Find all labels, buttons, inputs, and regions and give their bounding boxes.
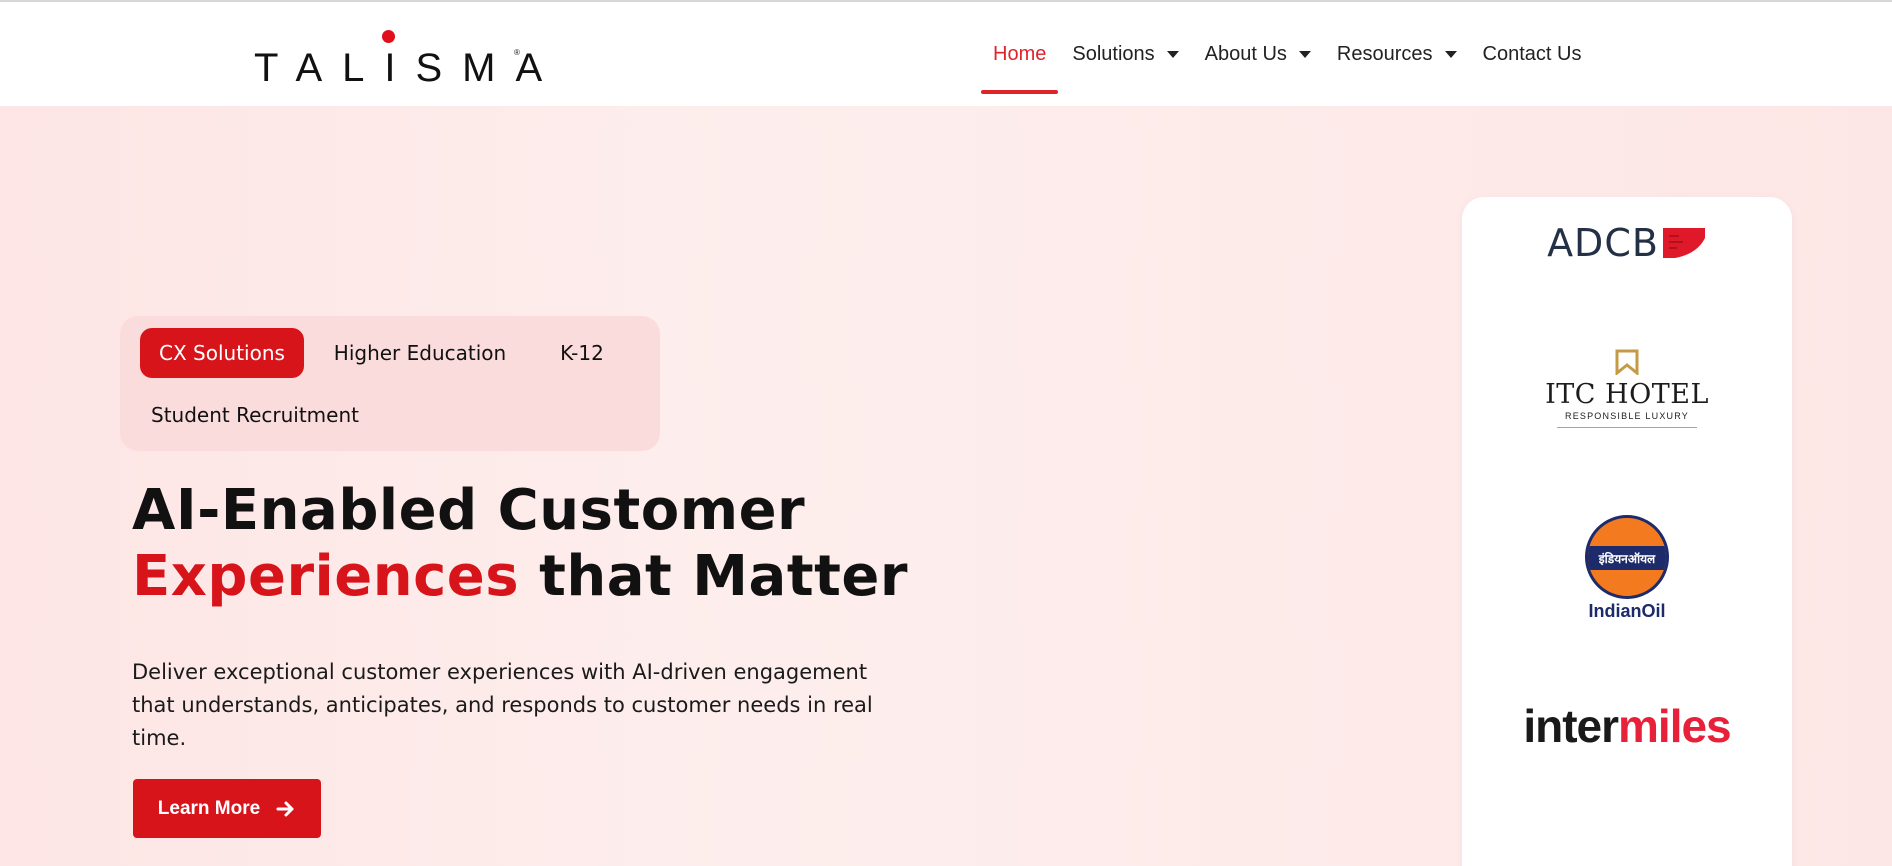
indianoil-hindi-text: इंडियनऑयल (1588, 546, 1666, 570)
itc-ornament-divider (1557, 427, 1697, 428)
nav-home-label: Home (993, 42, 1047, 65)
nav-contact-us-label: Contact Us (1482, 42, 1582, 65)
nav-solutions-label: Solutions (1072, 42, 1155, 65)
caret-down-icon (1444, 50, 1457, 58)
intermiles-logo: intermiles (1462, 699, 1792, 753)
intermiles-wordmark: intermiles (1523, 699, 1732, 753)
nav-contact-us[interactable]: Contact Us (1470, 2, 1595, 106)
nav-about-us-label: About Us (1204, 42, 1287, 65)
learn-more-button[interactable]: Learn More (133, 779, 321, 838)
adcb-logo-text: ADCB (1547, 221, 1659, 265)
itc-emblem-icon (1615, 349, 1639, 375)
tab-cx-solutions[interactable]: CX Solutions (140, 328, 304, 378)
itc-hotel-name: ITC HOTEL (1545, 379, 1709, 410)
indianoil-emblem: इंडियनऑयल (1585, 515, 1669, 599)
hero-title-rest: that Matter (519, 544, 908, 609)
client-logos-panel: ADCB ITC HOTEL RESPONSIBLE LUXURY इंडियन… (1462, 197, 1792, 866)
nav-about-us[interactable]: About Us (1192, 2, 1324, 106)
tab-higher-education[interactable]: Higher Education (318, 328, 522, 378)
indianoil-logo: इंडियनऑयल IndianOil (1462, 515, 1792, 622)
hero-title: AI-Enabled Customer Experiences that Mat… (132, 478, 952, 610)
intermiles-inter: inter (1523, 700, 1619, 752)
tab-student-recruitment[interactable]: Student Recruitment (140, 390, 370, 440)
intermiles-miles: miles (1618, 700, 1732, 752)
site-header: TALISMA ® Home Solutions About Us Resour… (0, 2, 1892, 106)
talisma-logo[interactable]: TALISMA ® (254, 28, 542, 90)
learn-more-label: Learn More (157, 797, 261, 819)
caret-down-icon (1166, 50, 1179, 58)
hero-title-highlight: Experiences (132, 544, 520, 609)
tab-k-12[interactable]: K-12 (536, 328, 628, 378)
nav-resources[interactable]: Resources (1324, 2, 1470, 106)
registered-mark: ® (514, 48, 520, 57)
adcb-emblem-icon (1662, 228, 1705, 258)
nav-home[interactable]: Home (980, 2, 1059, 106)
nav-resources-label: Resources (1336, 42, 1433, 65)
arrow-right-icon (276, 801, 294, 816)
nav-solutions[interactable]: Solutions (1059, 2, 1191, 106)
itc-hotel-logo: ITC HOTEL RESPONSIBLE LUXURY (1462, 349, 1792, 428)
logo-dot (382, 30, 395, 43)
indianoil-name: IndianOil (1588, 601, 1666, 621)
adcb-logo: ADCB (1462, 221, 1792, 265)
caret-down-icon (1298, 50, 1311, 58)
main-nav: Home Solutions About Us Resources Contac… (980, 2, 1594, 106)
hero-description: Deliver exceptional customer experiences… (132, 660, 873, 750)
itc-hotel-tagline: RESPONSIBLE LUXURY (1565, 411, 1689, 421)
solution-tabs: CX Solutions Higher Education K-12 Stude… (120, 316, 660, 451)
hero-title-line1: AI-Enabled Customer (132, 478, 806, 543)
